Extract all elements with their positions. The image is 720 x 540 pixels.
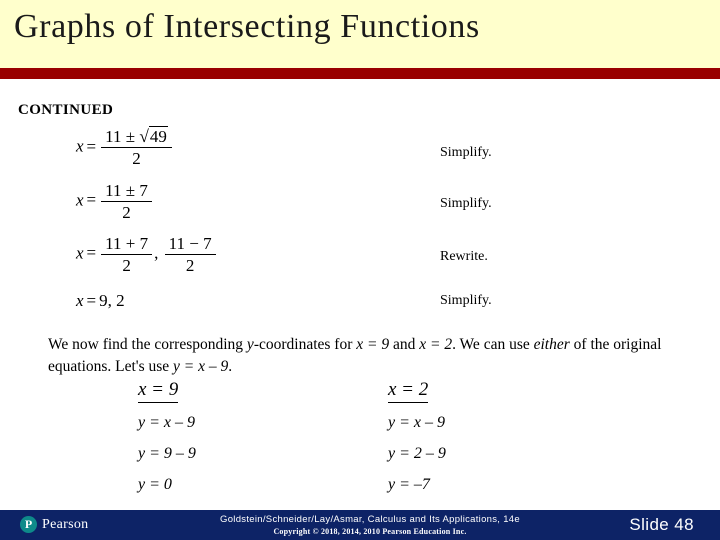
slide-header: Graphs of Intersecting Functions xyxy=(0,0,720,68)
fraction: 11 ± 7 2 xyxy=(101,181,152,222)
list-separator: , xyxy=(154,243,159,263)
case-line: y = x – 9 xyxy=(138,414,195,431)
derivation-row: x = 11 + 7 2 , 11 − 7 2 Rewrite. xyxy=(0,234,720,284)
derivation-math-3: x = 11 + 7 2 , 11 − 7 2 xyxy=(76,234,218,275)
variable-x: x xyxy=(76,291,84,310)
fraction-denominator: 2 xyxy=(132,149,141,169)
page-title: Graphs of Intersecting Functions xyxy=(14,8,480,45)
variable-x: x xyxy=(76,243,84,263)
pearson-mark-icon: P xyxy=(20,516,37,533)
square-root-icon: √49 xyxy=(139,126,168,146)
case-column-x-equals-9: x = 9 y = x – 9 y = 9 – 9 y = 0 xyxy=(138,379,196,507)
case-heading: x = 9 xyxy=(138,379,179,403)
case-heading: x = 2 xyxy=(388,379,429,403)
case-line: y = 2 – 9 xyxy=(388,445,446,462)
case-line: y = x – 9 xyxy=(388,414,445,431)
variable-x: x xyxy=(76,190,84,210)
radicand: 49 xyxy=(148,126,168,146)
fraction-denominator: 2 xyxy=(185,256,195,276)
explanation-part-4: . We can use xyxy=(452,336,534,353)
fraction-second: 11 − 7 2 xyxy=(164,234,216,276)
fraction-denominator: 2 xyxy=(122,203,131,223)
equals-sign: = xyxy=(86,291,97,310)
radical-symbol: √ xyxy=(139,127,149,146)
fraction-denominator: 2 xyxy=(122,256,131,276)
pearson-logo: P Pearson xyxy=(20,516,88,533)
step-note-2: Simplify. xyxy=(440,196,492,211)
solution-values: 9, 2 xyxy=(99,291,125,310)
condition-x-equals-9: x = 9 xyxy=(356,336,390,353)
step-note-4: Simplify. xyxy=(440,293,492,308)
condition-x-equals-2: x = 2 xyxy=(419,336,453,353)
variable-y: y xyxy=(246,336,254,353)
variable-x: x xyxy=(76,136,84,156)
slide-footer: P Pearson Goldstein/Schneider/Lay/Asmar,… xyxy=(0,510,720,540)
explanation-equation: y = x – 9 xyxy=(173,358,229,376)
derivation-row: x = 11 ± 7 2 Simplify. xyxy=(0,181,720,231)
fraction-numerator: 11 ± 7 xyxy=(101,181,152,203)
case-line: y = –7 xyxy=(388,476,430,493)
derivation-math-4: x = 9, 2 xyxy=(76,291,125,311)
case-line: y = 9 – 9 xyxy=(138,445,196,462)
equals-sign: = xyxy=(86,243,97,263)
book-citation: Goldstein/Schneider/Lay/Asmar, Calculus … xyxy=(220,514,520,525)
numerator-prefix: 11 ± xyxy=(105,127,140,146)
continued-label: CONTINUED xyxy=(18,102,114,118)
footer-center: Goldstein/Schneider/Lay/Asmar, Calculus … xyxy=(160,514,580,536)
fraction-first: 11 + 7 2 xyxy=(101,234,153,276)
fraction-numerator: 11 ± √49 xyxy=(101,126,172,149)
slide-number: Slide 48 xyxy=(629,515,694,534)
explanation-part-1: We now find the corresponding xyxy=(48,336,247,353)
explanation-part-3: and xyxy=(389,336,420,353)
equals-sign: = xyxy=(86,190,97,210)
derivation-row: x = 11 ± √49 2 Simplify. xyxy=(0,126,720,177)
case-column-x-equals-2: x = 2 y = x – 9 y = 2 – 9 y = –7 xyxy=(388,379,446,507)
case-line: y = 0 xyxy=(138,476,172,493)
derivation-math-1: x = 11 ± √49 2 xyxy=(76,126,174,169)
explanation-paragraph: We now find the corresponding y-coordina… xyxy=(48,334,696,379)
pearson-wordmark: Pearson xyxy=(42,516,89,532)
fraction: 11 ± √49 2 xyxy=(101,126,172,169)
slide-body: CONTINUED x = 11 ± √49 2 Simplify. x = 11 … xyxy=(0,79,720,510)
equals-sign: = xyxy=(86,136,97,156)
step-note-3: Rewrite. xyxy=(440,249,488,264)
fraction-numerator: 11 − 7 xyxy=(164,234,216,256)
step-note-1: Simplify. xyxy=(440,145,492,160)
fraction-numerator: 11 + 7 xyxy=(101,234,153,256)
copyright-notice: Copyright © 2018, 2014, 2010 Pearson Edu… xyxy=(273,527,467,536)
explanation-part-6: . xyxy=(228,358,233,376)
explanation-part-2: -coordinates for xyxy=(253,336,357,353)
explanation-emphasis: either xyxy=(533,336,570,353)
derivation-math-2: x = 11 ± 7 2 xyxy=(76,181,154,222)
header-divider xyxy=(0,68,720,79)
